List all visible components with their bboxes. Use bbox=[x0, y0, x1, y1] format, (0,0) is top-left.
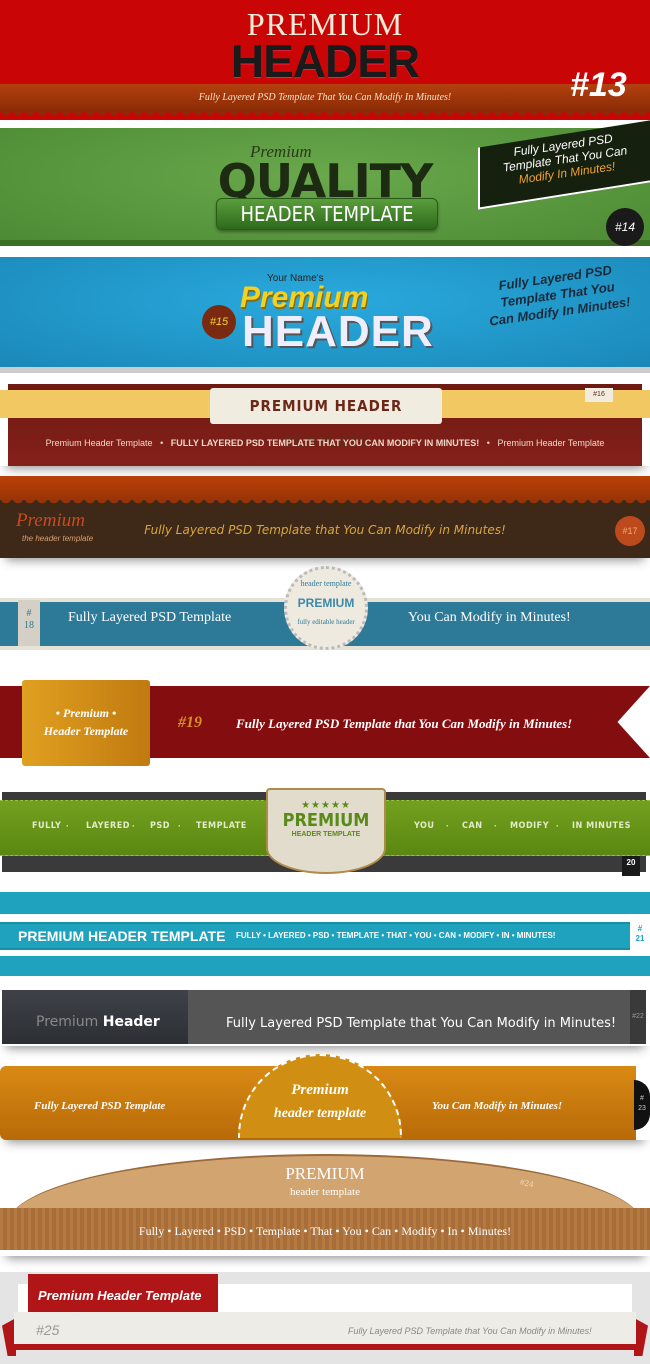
header-banner-24: PREMIUM header template #24 Fully • Laye… bbox=[0, 1152, 650, 1256]
word: FULLY bbox=[32, 821, 62, 831]
top-stripe bbox=[0, 892, 650, 914]
separator: · bbox=[446, 821, 450, 831]
title-label: PREMIUM HEADER TEMPLATE bbox=[210, 388, 442, 451]
separator: · bbox=[494, 821, 498, 831]
seal-bottom-text: fully editable header bbox=[297, 618, 355, 626]
header-title: HEADER bbox=[242, 307, 434, 356]
subtitle: Fully Layered PSD Template That You Can … bbox=[198, 92, 452, 103]
number-hash: # bbox=[637, 924, 643, 933]
seal-top-text: header template bbox=[300, 579, 352, 588]
separator: · bbox=[178, 821, 182, 831]
header-banner-14: Premium QUALITY HEADER TEMPLATE Fully La… bbox=[0, 120, 650, 246]
header-banner-21: PREMIUM HEADER TEMPLATE FULLY • LAYERED … bbox=[0, 890, 650, 976]
gold-line-1: • Premium • bbox=[55, 706, 117, 720]
flag-number: 18 bbox=[24, 620, 34, 631]
word: YOU bbox=[414, 821, 435, 831]
word: MODIFY bbox=[510, 821, 550, 831]
ribbon-curl-right bbox=[634, 1318, 648, 1356]
premium-shield: ★★★★★ PREMIUM HEADER TEMPLATE bbox=[266, 788, 386, 874]
header-banner-17: Premium the header template Fully Layere… bbox=[0, 476, 650, 558]
bottom-edge bbox=[0, 367, 650, 373]
separator: · bbox=[66, 821, 70, 831]
header-banner-15: Your Name's Premium HEADER #15 Fully Lay… bbox=[0, 257, 650, 373]
left-text: Fully Layered PSD Template bbox=[68, 610, 232, 625]
header-banner-18: # 18 Fully Layered PSD Template You Can … bbox=[0, 566, 650, 656]
separator: · bbox=[132, 821, 136, 831]
tagline-left: Premium Header Template bbox=[45, 438, 153, 448]
right-text: You Can Modify in Minutes! bbox=[432, 1100, 563, 1112]
header-banner-25: Premium Header Template #25 Fully Layere… bbox=[0, 1272, 650, 1364]
gold-tab bbox=[22, 680, 150, 766]
word: TEMPLATE bbox=[196, 821, 247, 831]
word: CAN bbox=[462, 821, 483, 831]
subtitle: header template bbox=[290, 1186, 360, 1198]
tagline: Premium Header Template • FULLY LAYERED … bbox=[8, 438, 642, 448]
separator: • bbox=[160, 438, 164, 448]
title-premium: Premium bbox=[36, 1014, 99, 1030]
number-tag: #16 bbox=[585, 388, 613, 402]
seal-title: Premium bbox=[291, 1082, 349, 1098]
header-banner-19: • Premium • Header Template #19 Fully La… bbox=[0, 680, 650, 766]
pill-label: HEADER TEMPLATE bbox=[240, 202, 414, 226]
header-banner-23: Premium header template Fully Layered PS… bbox=[0, 1054, 650, 1140]
flag-hash: # bbox=[26, 608, 32, 619]
number-tag: # 21 bbox=[630, 920, 650, 950]
tagline: Fully Layered PSD Template that You Can … bbox=[236, 716, 573, 731]
tagline: Fully Layered PSD Template that You Can … bbox=[226, 1016, 617, 1031]
title-text: PREMIUM HEADER TEMPLATE bbox=[249, 397, 403, 451]
number-end-cap: # 23 bbox=[634, 1080, 650, 1130]
shield-title: PREMIUM bbox=[282, 810, 370, 831]
number-badge: #15 bbox=[202, 305, 236, 339]
header-banner-13: PREMIUM HEADER Fully Layered PSD Templat… bbox=[0, 0, 650, 120]
number-badge: #17 bbox=[615, 516, 645, 546]
title: Premium Header bbox=[36, 1014, 160, 1030]
header-template-pill: HEADER TEMPLATE bbox=[216, 198, 438, 230]
number-value: 23 bbox=[638, 1105, 646, 1112]
left-text: Fully Layered PSD Template bbox=[34, 1100, 166, 1112]
word: LAYERED bbox=[86, 821, 130, 831]
title: Premium Header Template bbox=[38, 1288, 202, 1303]
bottom-strip bbox=[0, 240, 650, 246]
header-banner-22: Premium Header Fully Layered PSD Templat… bbox=[0, 990, 650, 1046]
scalloped-edge bbox=[0, 110, 650, 120]
template-number: #19 bbox=[178, 714, 202, 731]
number-tab: #22 bbox=[630, 990, 646, 1044]
title-header: Header bbox=[102, 1014, 160, 1030]
tagline-center: FULLY LAYERED PSD TEMPLATE THAT YOU CAN … bbox=[170, 438, 480, 448]
word: IN MINUTES bbox=[572, 821, 631, 831]
template-number: #25 bbox=[36, 1322, 60, 1338]
number-value: 21 bbox=[635, 934, 645, 943]
separator: · bbox=[556, 821, 560, 831]
number-tag: 20 bbox=[622, 856, 640, 876]
shield-subtitle: HEADER TEMPLATE bbox=[291, 831, 361, 838]
header-banner-16: PREMIUM HEADER TEMPLATE #16 Premium Head… bbox=[0, 384, 650, 466]
number-hash: # bbox=[640, 1095, 644, 1102]
word: PSD bbox=[150, 821, 170, 831]
header-banner-20: FULLY · LAYERED · PSD · TEMPLATE YOU · C… bbox=[0, 788, 650, 876]
seal-subtitle: header template bbox=[273, 1106, 367, 1121]
tagline: Fully • Layered • PSD • Template • That … bbox=[138, 1224, 512, 1238]
right-text: You Can Modify in Minutes! bbox=[408, 610, 571, 625]
main-tagline: Fully Layered PSD Template that You Can … bbox=[144, 523, 506, 537]
side-tagline: Fully Layered PSD Template That You Can … bbox=[467, 257, 647, 332]
number-badge: #14 bbox=[606, 208, 644, 246]
number-flag: # 18 bbox=[18, 600, 40, 646]
separator: • bbox=[486, 438, 490, 448]
premium-seal: header template PREMIUM fully editable h… bbox=[284, 566, 368, 650]
bottom-stripe bbox=[0, 956, 650, 976]
template-number: #13 bbox=[570, 66, 627, 104]
tagline-words: FULLY • LAYERED • PSD • TEMPLATE • THAT … bbox=[236, 931, 556, 940]
gold-line-2: Header Template bbox=[43, 724, 129, 738]
title: PREMIUM bbox=[285, 1164, 365, 1183]
tagline: Fully Layered PSD Template that You Can … bbox=[348, 1326, 592, 1336]
title-header: HEADER bbox=[230, 35, 420, 87]
wavy-edge bbox=[0, 498, 650, 504]
title: PREMIUM HEADER TEMPLATE bbox=[18, 928, 226, 944]
tagline-right: Premium Header Template bbox=[497, 438, 605, 448]
top-band bbox=[0, 476, 650, 500]
seal-title: PREMIUM bbox=[297, 596, 355, 610]
